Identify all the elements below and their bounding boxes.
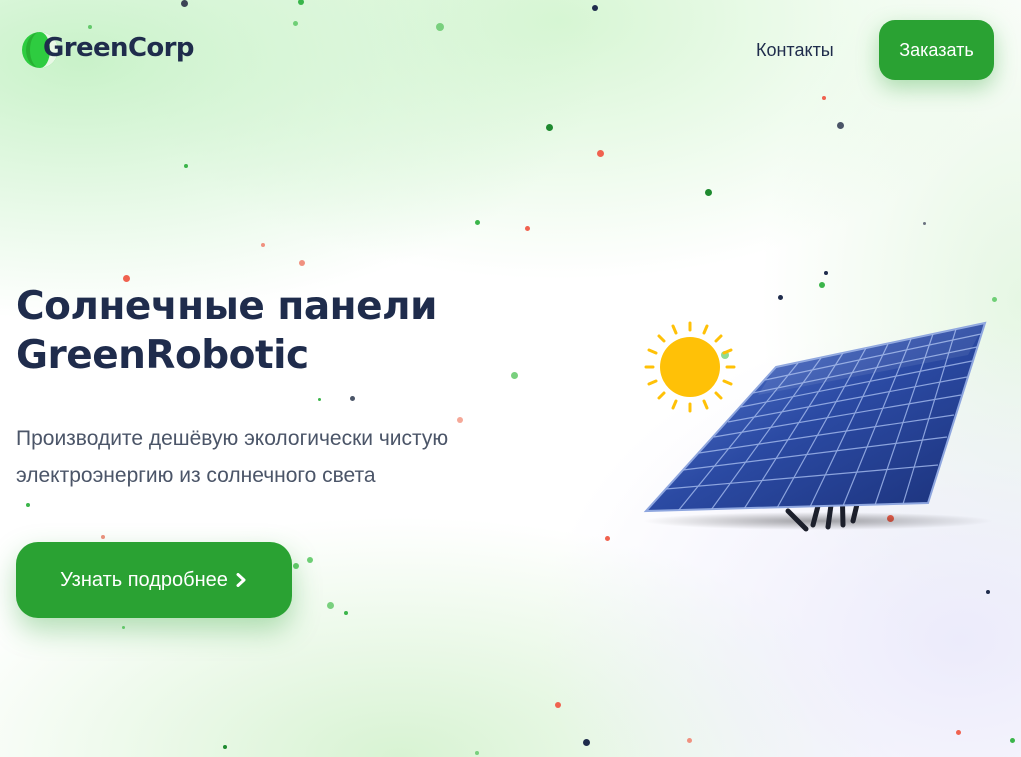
background-dot [986, 590, 990, 594]
background-dot [836, 121, 844, 129]
sun-icon [644, 321, 736, 413]
background-dot [261, 243, 265, 247]
background-dot [524, 225, 530, 231]
background-dot [317, 397, 321, 401]
order-button[interactable]: Заказать [879, 20, 994, 80]
background-dot [824, 271, 828, 275]
background-dot [777, 294, 783, 300]
background-dot [349, 395, 355, 401]
solar-panel-with-sun-illustration [638, 315, 1008, 545]
chevron-right-icon [236, 573, 246, 587]
background-dot [475, 751, 479, 755]
logo[interactable]: GreenCorp [21, 31, 195, 69]
background-dot [184, 164, 188, 168]
background-dot [922, 221, 926, 225]
background-dot [555, 702, 561, 708]
background-dot [686, 737, 692, 743]
background-dot [991, 296, 997, 302]
background-dot [326, 601, 334, 609]
background-dot [293, 563, 299, 569]
learn-more-label: Узнать подробнее [60, 568, 228, 591]
brand-name: GreenCorp [43, 33, 195, 63]
background-dot [704, 188, 712, 196]
hero-subtitle-line-1: Производите дешёвую экологически чистую [16, 427, 449, 450]
hero-title-line-1: Солнечные панели [16, 284, 437, 329]
nav-contacts-link[interactable]: Контакты [756, 40, 834, 61]
background-dot [26, 503, 30, 507]
background-dot [604, 535, 610, 541]
background-dot [122, 274, 130, 282]
background-dot [955, 729, 961, 735]
background-dot [474, 219, 480, 225]
background-dot [582, 738, 590, 746]
site-header: GreenCorp Контакты Заказать [0, 0, 1021, 100]
hero-subtitle-line-2: электроэнергию из солнечного света [16, 464, 376, 487]
hero-title: Солнечные панели GreenRobotic [16, 282, 576, 380]
background-dot [344, 611, 348, 615]
hero-subtitle: Производите дешёвую экологически чистую … [16, 420, 576, 494]
background-dot [101, 535, 105, 539]
background-dot [545, 123, 553, 131]
background-dot [299, 260, 305, 266]
hero-title-line-2: GreenRobotic [16, 333, 309, 378]
background-dot [307, 557, 313, 563]
background-dot [596, 149, 604, 157]
background-dot [121, 625, 125, 629]
background-dot [1009, 737, 1015, 743]
background-dot [819, 282, 825, 288]
learn-more-button[interactable]: Узнать подробнее [16, 542, 292, 618]
background-dot [223, 745, 227, 749]
